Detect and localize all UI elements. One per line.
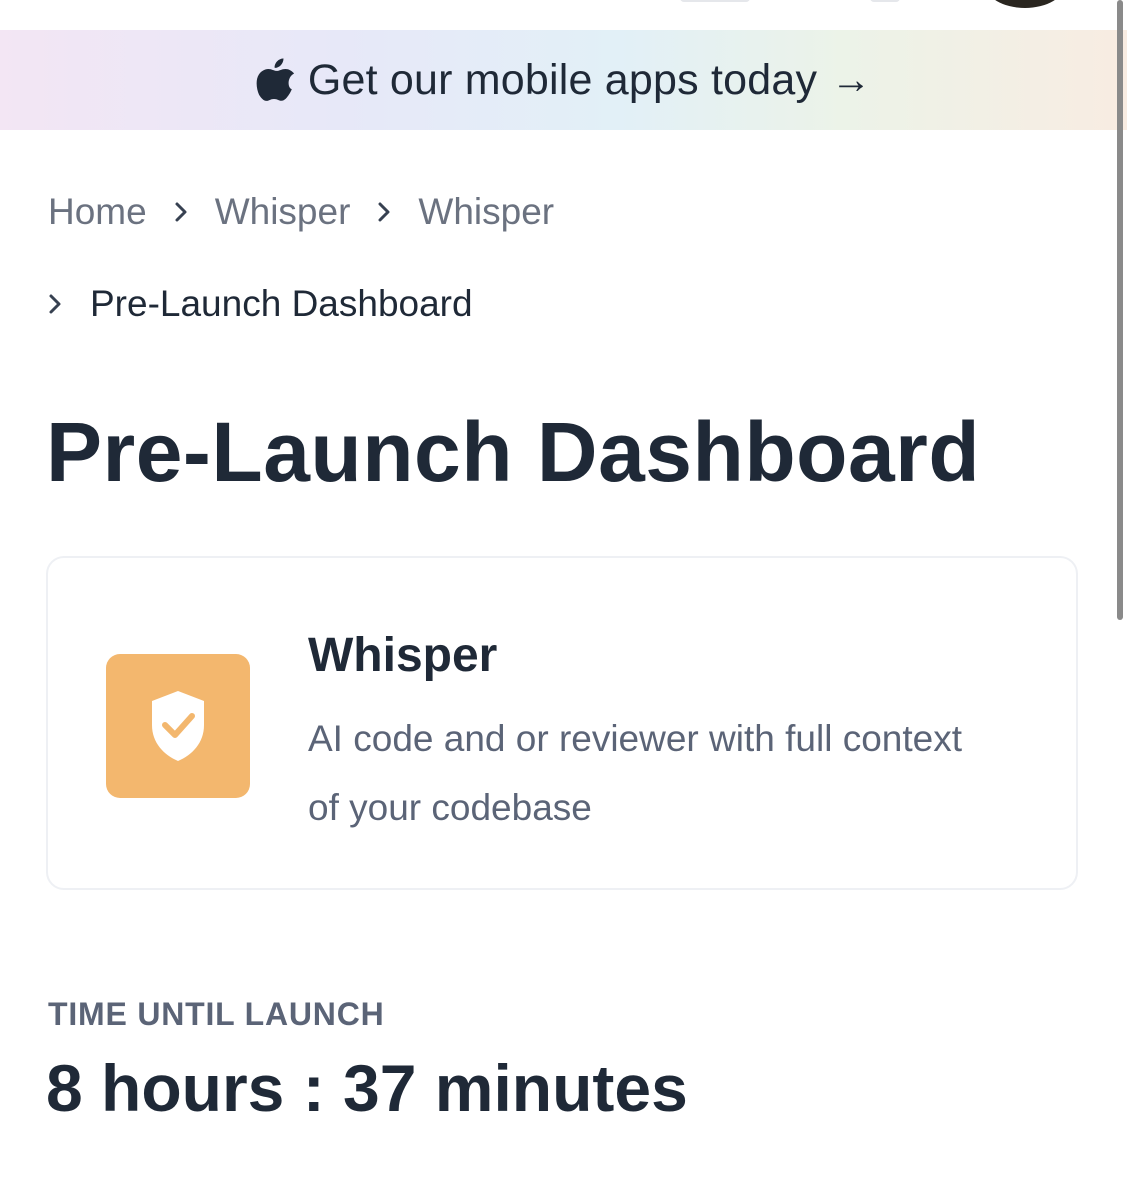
breadcrumb-whisper-category[interactable]: Whisper xyxy=(215,191,351,233)
countdown-value: 8 hours : 37 minutes xyxy=(46,1051,688,1125)
top-header-edge xyxy=(0,0,1127,30)
breadcrumb-current: Pre-Launch Dashboard xyxy=(90,283,473,324)
banner-text: Get our mobile apps today xyxy=(307,55,818,104)
product-name[interactable]: Whisper xyxy=(308,628,497,683)
product-logo xyxy=(106,654,250,798)
mobile-apps-banner[interactable]: Get our mobile apps today → xyxy=(0,30,1127,130)
chevron-right-icon xyxy=(350,201,418,223)
arrow-right-icon: → xyxy=(831,57,872,102)
breadcrumb: Home Whisper Whisper Pre-Launch Dashboar… xyxy=(48,188,1078,328)
avatar[interactable] xyxy=(985,0,1065,8)
chevron-right-icon xyxy=(147,201,215,223)
page: Get our mobile apps today → Home Whisper… xyxy=(0,0,1127,1200)
countdown-label: TIME UNTIL LAUNCH xyxy=(48,996,385,1032)
shield-check-icon xyxy=(152,691,204,761)
breadcrumb-whisper-product[interactable]: Whisper xyxy=(418,191,554,233)
page-title: Pre-Launch Dashboard xyxy=(46,405,981,499)
header-nav-icon[interactable] xyxy=(870,0,900,2)
chevron-right-icon xyxy=(48,293,90,315)
product-description: AI code and or reviewer with full contex… xyxy=(308,718,962,828)
product-card[interactable]: Whisper AI code and or reviewer with ful… xyxy=(46,556,1078,890)
breadcrumb-home[interactable]: Home xyxy=(48,191,147,233)
scrollbar[interactable] xyxy=(1117,0,1123,620)
apple-icon xyxy=(256,58,294,101)
header-nav-item[interactable] xyxy=(680,0,750,2)
